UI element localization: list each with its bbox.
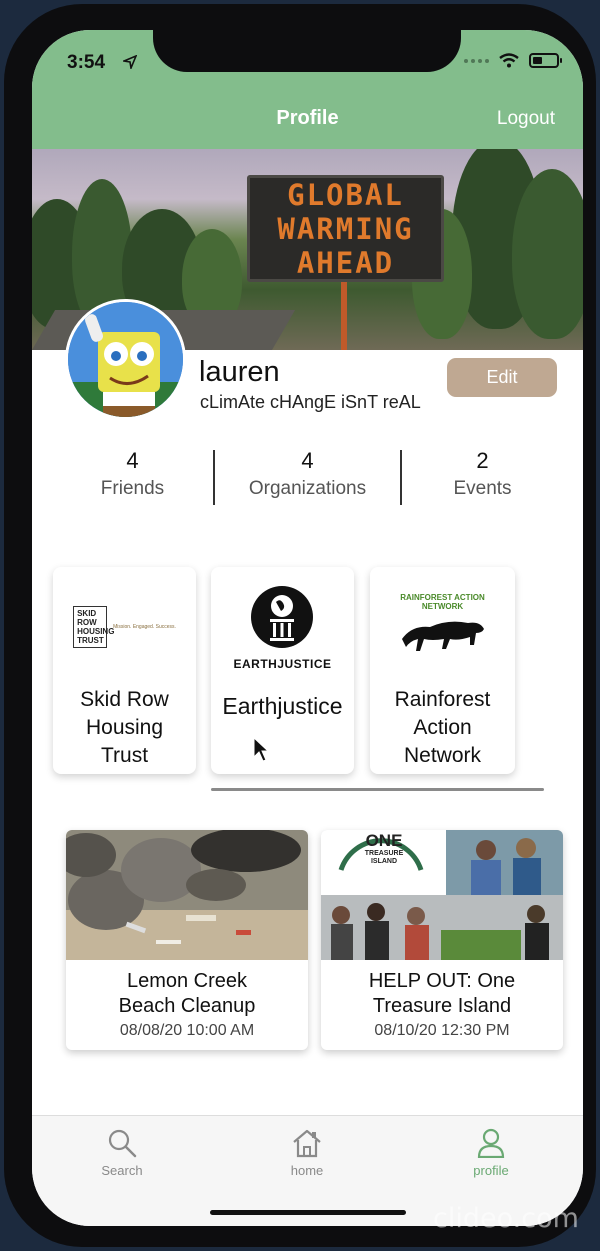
org-name: Skid Row Housing Trust [80, 688, 169, 767]
org-name: Earthjustice [222, 693, 343, 719]
sign-line: GLOBAL [287, 177, 404, 212]
logo-text: ONE [365, 831, 403, 850]
rainforest-action-logo: RAINFOREST ACTION NETWORK [370, 567, 515, 687]
event-photo: ONE TREASURE ISLAND [321, 830, 563, 960]
mouse-cursor-icon [253, 737, 269, 762]
org-card[interactable]: RAINFOREST ACTION NETWORK Rainforest Act… [370, 567, 515, 774]
tab-home[interactable]: home [252, 1128, 362, 1178]
user-bio: cLimAte cHAngE iSnT reAL [200, 392, 421, 412]
logo-tagline: Mission. Engaged. Success. [113, 624, 176, 630]
battery-icon [529, 53, 562, 68]
event-date: 08/10/20 12:30 PM [374, 1022, 510, 1039]
event-date: 08/08/20 10:00 AM [119, 1022, 255, 1039]
stat-friends[interactable]: 4 Friends [52, 448, 213, 506]
tab-label: home [290, 1163, 324, 1178]
logo-text: RAINFOREST ACTION NETWORK [400, 592, 485, 611]
stat-count: 4 [126, 448, 139, 473]
logout-button[interactable]: Logout [497, 108, 555, 130]
tab-label: profile [473, 1163, 509, 1178]
stat-count: 2 [476, 448, 489, 473]
earthjustice-logo: EARTHJUSTICE [211, 567, 354, 687]
stat-organizations[interactable]: 4 Organizations [215, 448, 400, 506]
avatar[interactable] [65, 299, 186, 420]
org-card[interactable]: EARTHJUSTICE Earthjustice [211, 567, 354, 774]
event-card[interactable]: ONE TREASURE ISLAND HELP OUT: One Treasu… [321, 830, 563, 1050]
edit-profile-button[interactable]: Edit [447, 358, 557, 397]
skid-row-logo: SKID ROW HOUSING TRUST Mission. Engaged.… [53, 567, 196, 687]
home-indicator[interactable] [210, 1210, 406, 1215]
phone-frame: 3:54 Profile Logout GLOBAL WARMING AHEAD… [4, 4, 596, 1247]
organizations-carousel[interactable]: SKID ROW HOUSING TRUST Mission. Engaged.… [32, 567, 583, 777]
device-notch [153, 30, 461, 72]
location-arrow-icon [123, 55, 137, 69]
logo-text: SKID ROW HOUSING TRUST [73, 606, 114, 648]
tab-search[interactable]: Search [67, 1128, 177, 1178]
carousel-scrollbar[interactable] [211, 788, 544, 791]
stat-events[interactable]: 2 Events [402, 448, 563, 506]
signal-icon [464, 58, 489, 63]
sign-line: AHEAD [296, 245, 395, 280]
stat-label: Organizations [248, 478, 367, 499]
username: lauren [199, 356, 280, 388]
org-name: Rainforest Action Network [394, 688, 491, 767]
globe-icon [251, 585, 314, 648]
watermark: clideo.com [433, 1203, 579, 1234]
sign-line: WARMING [277, 211, 414, 246]
event-card[interactable]: Lemon Creek Beach Cleanup 08/08/20 10:00… [66, 830, 308, 1050]
status-time: 3:54 [67, 52, 106, 73]
logo-text: TREASURE ISLAND [364, 850, 404, 865]
search-icon [108, 1129, 137, 1158]
home-icon [293, 1129, 321, 1158]
event-photo [66, 830, 308, 960]
stat-count: 4 [301, 448, 314, 473]
org-card[interactable]: SKID ROW HOUSING TRUST Mission. Engaged.… [53, 567, 196, 774]
tab-label: Search [101, 1163, 143, 1178]
profile-stats: 4 Friends 4 Organizations 2 Events [52, 448, 563, 506]
tab-profile[interactable]: profile [436, 1128, 546, 1178]
event-title: Lemon Creek Beach Cleanup [118, 970, 256, 1017]
status-indicators [464, 53, 562, 68]
app-screen: 3:54 Profile Logout GLOBAL WARMING AHEAD… [32, 30, 583, 1226]
jaguar-icon [401, 621, 484, 651]
person-icon [477, 1128, 505, 1158]
wifi-icon [499, 53, 519, 68]
stat-label: Friends [100, 478, 165, 499]
logo-text: EARTHJUSTICE [233, 656, 332, 671]
event-title: HELP OUT: One Treasure Island [368, 970, 516, 1017]
warning-sign: GLOBAL WARMING AHEAD [247, 175, 444, 282]
stat-label: Events [453, 478, 512, 499]
